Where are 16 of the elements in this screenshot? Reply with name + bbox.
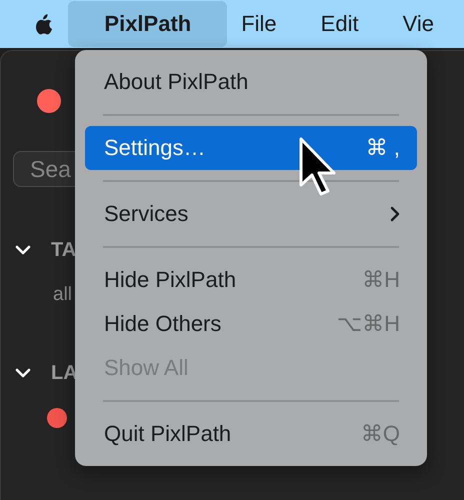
menu-item[interactable]: Services <box>85 192 417 236</box>
close-button[interactable] <box>37 89 61 113</box>
menu-item[interactable]: Hide PixlPath ⌘H <box>85 258 417 302</box>
menu-bar-item[interactable]: Vie <box>388 1 448 47</box>
section-title: LA <box>51 362 78 384</box>
menu-bar-item[interactable]: PixlPath <box>68 1 228 47</box>
menu-item[interactable]: Hide Others ⌥⌘H <box>85 302 417 346</box>
menu-bar-item[interactable]: File <box>227 1 291 47</box>
menu-bar-item[interactable]: Edit <box>306 1 373 47</box>
menu-item[interactable]: Quit PixlPath ⌘Q <box>85 412 417 456</box>
pointer-icon <box>298 136 336 198</box>
menu-item[interactable]: Settings… ⌘ , <box>85 126 417 170</box>
sidebar-item[interactable]: all <box>53 284 72 306</box>
section-title: TA <box>51 238 76 262</box>
menu-item[interactable]: About PixlPath <box>85 60 417 104</box>
chevron-right-icon <box>390 206 400 222</box>
